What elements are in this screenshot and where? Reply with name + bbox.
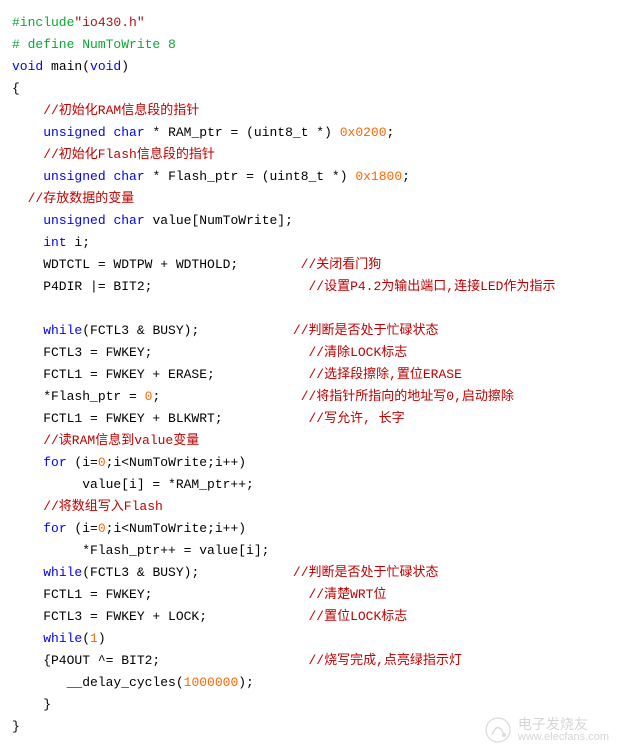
code-line: unsigned char value[NumToWrite]; bbox=[12, 210, 605, 232]
code-line: unsigned char * Flash_ptr = (uint8_t *) … bbox=[12, 166, 605, 188]
code-line: for (i=0;i<NumToWrite;i++) bbox=[12, 452, 605, 474]
code-line: #include"io430.h" bbox=[12, 12, 605, 34]
code-line: } bbox=[12, 694, 605, 716]
code-line: # define NumToWrite 8 bbox=[12, 34, 605, 56]
code-line bbox=[12, 298, 605, 320]
code-line: //初始化RAM信息段的指针 bbox=[12, 100, 605, 122]
code-line: } bbox=[12, 716, 605, 738]
code-line: P4DIR |= BIT2; //设置P4.2为输出端口,连接LED作为指示 bbox=[12, 276, 605, 298]
code-block: #include"io430.h" # define NumToWrite 8 … bbox=[12, 12, 605, 738]
code-line: WDTCTL = WDTPW + WDTHOLD; //关闭看门狗 bbox=[12, 254, 605, 276]
code-line: *Flash_ptr = 0; //将指针所指向的地址写0,启动擦除 bbox=[12, 386, 605, 408]
code-line: value[i] = *RAM_ptr++; bbox=[12, 474, 605, 496]
code-line: FCTL1 = FWKEY; //清楚WRT位 bbox=[12, 584, 605, 606]
code-line: void main(void) bbox=[12, 56, 605, 78]
code-line: { bbox=[12, 78, 605, 100]
code-line: //存放数据的变量 bbox=[12, 188, 605, 210]
code-line: *Flash_ptr++ = value[i]; bbox=[12, 540, 605, 562]
code-line: //读RAM信息到value变量 bbox=[12, 430, 605, 452]
code-line: FCTL3 = FWKEY; //清除LOCK标志 bbox=[12, 342, 605, 364]
code-line: for (i=0;i<NumToWrite;i++) bbox=[12, 518, 605, 540]
code-line: //将数组写入Flash bbox=[12, 496, 605, 518]
code-line: while(1) bbox=[12, 628, 605, 650]
code-line: while(FCTL3 & BUSY); //判断是否处于忙碌状态 bbox=[12, 320, 605, 342]
code-line: __delay_cycles(1000000); bbox=[12, 672, 605, 694]
code-line: while(FCTL3 & BUSY); //判断是否处于忙碌状态 bbox=[12, 562, 605, 584]
code-line: FCTL1 = FWKEY + BLKWRT; //写允许, 长字 bbox=[12, 408, 605, 430]
code-line: FCTL1 = FWKEY + ERASE; //选择段擦除,置位ERASE bbox=[12, 364, 605, 386]
code-line: unsigned char * RAM_ptr = (uint8_t *) 0x… bbox=[12, 122, 605, 144]
code-line: FCTL3 = FWKEY + LOCK; //置位LOCK标志 bbox=[12, 606, 605, 628]
code-line: int i; bbox=[12, 232, 605, 254]
code-line: {P4OUT ^= BIT2; //烧写完成,点亮绿指示灯 bbox=[12, 650, 605, 672]
code-line: //初始化Flash信息段的指针 bbox=[12, 144, 605, 166]
